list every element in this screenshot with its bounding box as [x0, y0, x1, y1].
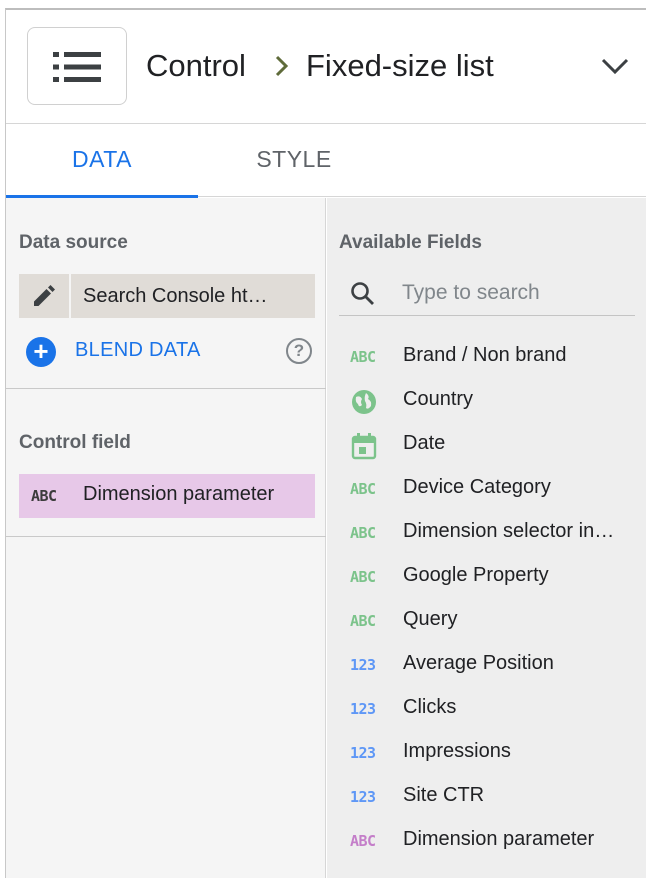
field-item[interactable]: Date — [339, 423, 639, 467]
blend-data-row: + BLEND DATA ? — [26, 334, 316, 370]
search-input[interactable] — [402, 278, 627, 308]
numeric-metric-icon: 123 — [350, 700, 376, 718]
field-item[interactable]: ABC Query — [339, 599, 639, 643]
text-dimension-icon: ABC — [350, 348, 376, 366]
field-label: Average Position — [403, 652, 554, 674]
data-source-section: Data source Search Console ht… + BLEND D… — [6, 198, 326, 389]
breadcrumb-chart-type: Fixed-size list — [306, 48, 494, 83]
field-item[interactable]: 123 Site CTR — [339, 775, 639, 819]
chevron-right-icon — [275, 55, 289, 77]
data-source-heading: Data source — [19, 232, 128, 253]
panel-header: Control Fixed-size list — [6, 10, 646, 124]
control-field-section: Control field ABC Dimension parameter — [6, 390, 326, 537]
field-item[interactable]: 123 Impressions — [339, 731, 639, 775]
field-item[interactable]: 123 Average Position — [339, 643, 639, 687]
text-dimension-icon: ABC — [350, 612, 376, 630]
list-icon — [53, 52, 101, 82]
tab-data[interactable]: DATA — [6, 124, 198, 198]
text-dimension-icon: ABC — [350, 568, 376, 586]
pencil-icon — [34, 285, 55, 306]
panel-tabs: DATA STYLE — [6, 124, 646, 198]
field-item[interactable]: ABC Brand / Non brand — [339, 335, 639, 379]
field-label: Dimension selector in… — [403, 520, 615, 542]
search-icon — [351, 282, 374, 305]
field-label: Impressions — [403, 740, 511, 762]
field-label: Query — [403, 608, 458, 630]
blend-data-button[interactable]: BLEND DATA — [75, 339, 201, 362]
numeric-metric-icon: 123 — [350, 788, 376, 806]
control-field-heading: Control field — [19, 432, 131, 453]
field-label: Google Property — [403, 564, 549, 586]
breadcrumb-control: Control — [146, 48, 246, 83]
field-item[interactable]: ABC Dimension parameter — [339, 819, 639, 863]
field-item[interactable]: ABC Google Property — [339, 555, 639, 599]
numeric-metric-icon: 123 — [350, 744, 376, 762]
text-dimension-icon: ABC — [350, 524, 376, 542]
field-label: Clicks — [403, 696, 457, 718]
parameter-icon: ABC — [350, 832, 376, 850]
field-item[interactable]: 123 Clicks — [339, 687, 639, 731]
chevron-down-icon[interactable] — [600, 56, 630, 76]
data-config-column: Data source Search Console ht… + BLEND D… — [6, 198, 326, 878]
field-item[interactable]: Country — [339, 379, 639, 423]
text-dimension-icon: ABC — [31, 487, 57, 505]
control-field-value: Dimension parameter — [83, 483, 275, 505]
available-fields-list: ABC Brand / Non brand Country Date ABC Device… — [339, 335, 639, 863]
field-label: Brand / Non brand — [403, 344, 567, 366]
available-fields-column: Available Fields ABC Brand / Non brand Cou… — [327, 198, 646, 878]
plus-circle-icon[interactable]: + — [26, 337, 56, 367]
chart-type-selector[interactable] — [27, 27, 127, 105]
field-label: Device Category — [403, 476, 551, 498]
field-item[interactable]: ABC Device Category — [339, 467, 639, 511]
calendar-icon — [350, 433, 380, 460]
properties-panel: Control Fixed-size list DATA STYLE Data … — [5, 8, 646, 878]
control-field-chip[interactable]: ABC Dimension parameter — [19, 474, 315, 518]
text-dimension-icon: ABC — [350, 480, 376, 498]
globe-icon — [350, 390, 380, 414]
available-fields-heading: Available Fields — [339, 232, 482, 253]
field-label: Site CTR — [403, 784, 485, 806]
edit-data-source-button[interactable] — [19, 274, 69, 318]
data-source-name[interactable]: Search Console ht… — [71, 274, 315, 318]
field-label: Dimension parameter — [403, 828, 595, 850]
field-item[interactable]: ABC Dimension selector in… — [339, 511, 639, 555]
field-label: Date — [403, 432, 446, 454]
help-icon[interactable]: ? — [286, 338, 312, 364]
tab-style[interactable]: STYLE — [198, 124, 390, 197]
numeric-metric-icon: 123 — [350, 656, 376, 674]
field-search — [339, 270, 635, 316]
field-label: Country — [403, 388, 474, 410]
